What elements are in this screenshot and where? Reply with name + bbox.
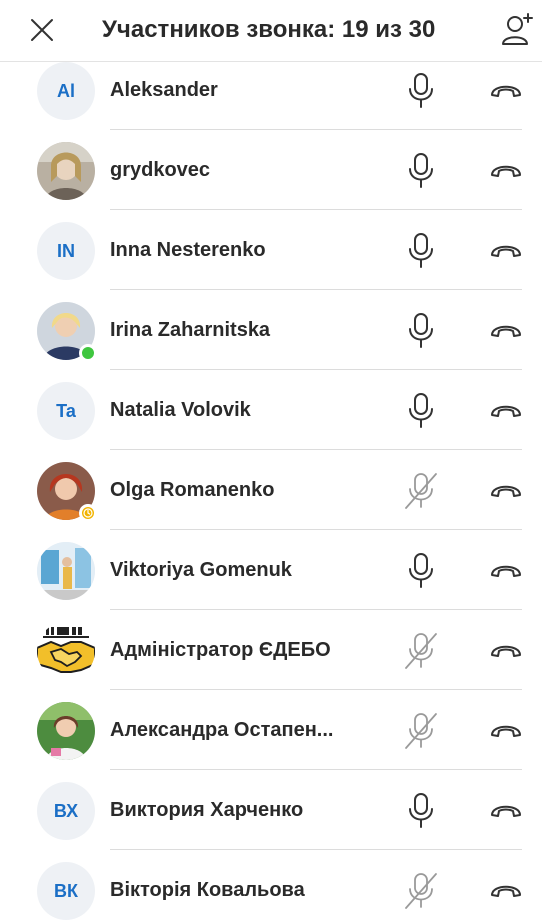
mute-button[interactable] [400, 230, 442, 272]
hang-up-icon [491, 245, 521, 257]
avatar [37, 302, 97, 362]
avatar-photo [37, 542, 95, 600]
close-icon [31, 19, 53, 41]
avatar [37, 702, 95, 760]
participant-name: grydkovec [110, 159, 211, 181]
participant-name: Aleksander [110, 79, 218, 101]
avatar: ВК [37, 862, 95, 920]
microphone-muted-icon [405, 633, 437, 669]
remove-participant-button[interactable] [484, 232, 528, 270]
avatar [37, 542, 95, 600]
participant-row[interactable]: IN Inna Nesterenko [0, 210, 542, 290]
mute-button[interactable] [400, 790, 442, 832]
mute-button[interactable] [400, 550, 442, 592]
microphone-icon [409, 553, 433, 588]
participant-name: Вікторія Ковальова [110, 879, 305, 901]
avatar: IN [37, 222, 95, 280]
participant-name: Виктория Харченко [110, 799, 304, 821]
microphone-muted-icon [405, 873, 437, 909]
avatar [37, 622, 95, 680]
hang-up-icon [491, 85, 521, 97]
participant-row[interactable]: ВХ Виктория Харченко [0, 770, 542, 850]
participant-row[interactable]: ВК Вікторія Ковальова [0, 850, 542, 922]
participant-row[interactable]: Адміністратор ЄДЕБО [0, 610, 542, 690]
clock-icon [83, 508, 93, 518]
participant-row[interactable]: Александра Остапен... [0, 690, 542, 770]
participant-name: Natalia Volovik [110, 399, 251, 421]
participant-row[interactable]: Ta Natalia Volovik [0, 370, 542, 450]
mute-button[interactable] [400, 150, 442, 192]
avatar: Al [37, 62, 95, 120]
unmute-button[interactable] [400, 470, 442, 512]
hang-up-icon [491, 325, 521, 337]
hang-up-icon [491, 165, 521, 177]
microphone-icon [409, 313, 433, 348]
hang-up-icon [491, 725, 521, 737]
add-person-icon [502, 13, 533, 45]
participant-row[interactable]: Olga Romanenko [0, 450, 542, 530]
avatar-initials: IN [57, 240, 75, 261]
participant-row[interactable]: Al Aleksander [0, 50, 542, 130]
remove-participant-button[interactable] [484, 792, 528, 830]
avatar [37, 142, 95, 200]
participant-name: Александра Остапен... [110, 719, 334, 741]
remove-participant-button[interactable] [484, 552, 528, 590]
remove-participant-button[interactable] [484, 312, 528, 350]
remove-participant-button[interactable] [484, 152, 528, 190]
unmute-button[interactable] [400, 630, 442, 672]
participant-name: Viktoriya Gomenuk [110, 559, 292, 581]
page-title: Участников звонка: 19 из 30 [102, 16, 436, 43]
participant-row[interactable]: Viktoriya Gomenuk [0, 530, 542, 610]
participant-name: Адміністратор ЄДЕБО [110, 639, 331, 661]
add-participant-button[interactable] [498, 8, 538, 50]
microphone-muted-icon [405, 473, 437, 509]
hang-up-icon [491, 485, 521, 497]
edebo-logo [37, 622, 95, 680]
avatar-photo [37, 702, 95, 760]
remove-participant-button[interactable] [484, 712, 528, 750]
online-status-badge [79, 344, 97, 362]
remove-participant-button[interactable] [484, 872, 528, 910]
microphone-icon [409, 793, 433, 828]
mute-button[interactable] [400, 390, 442, 432]
unmute-button[interactable] [400, 870, 442, 912]
avatar [37, 462, 97, 522]
remove-participant-button[interactable] [484, 632, 528, 670]
avatar: ВХ [37, 782, 95, 840]
avatar: Ta [37, 382, 95, 440]
hang-up-icon [491, 805, 521, 817]
participant-list[interactable]: Al Aleksander grydkovec IN Inna Nesterenko Ir… [0, 50, 542, 922]
mute-button[interactable] [400, 70, 442, 112]
participant-row[interactable]: Irina Zaharnitska [0, 290, 542, 370]
close-button[interactable] [22, 10, 62, 50]
participant-row[interactable]: grydkovec [0, 130, 542, 210]
microphone-icon [409, 393, 433, 428]
remove-participant-button[interactable] [484, 72, 528, 110]
mute-button[interactable] [400, 310, 442, 352]
remove-participant-button[interactable] [484, 392, 528, 430]
avatar-initials: Ta [56, 400, 76, 421]
microphone-icon [409, 73, 433, 108]
hang-up-icon [491, 645, 521, 657]
participant-name: Inna Nesterenko [110, 239, 266, 261]
participant-name: Olga Romanenko [110, 479, 275, 501]
avatar-initials: ВХ [53, 800, 79, 821]
avatar-photo [37, 142, 95, 200]
hang-up-icon [491, 885, 521, 897]
microphone-icon [409, 153, 433, 188]
avatar-initials: Al [57, 80, 75, 101]
unmute-button[interactable] [400, 710, 442, 752]
remove-participant-button[interactable] [484, 472, 528, 510]
away-status-badge [79, 504, 97, 522]
participant-name: Irina Zaharnitska [110, 319, 271, 341]
hang-up-icon [491, 565, 521, 577]
microphone-muted-icon [405, 713, 437, 749]
hang-up-icon [491, 405, 521, 417]
microphone-icon [409, 233, 433, 268]
avatar-initials: ВК [54, 880, 78, 901]
